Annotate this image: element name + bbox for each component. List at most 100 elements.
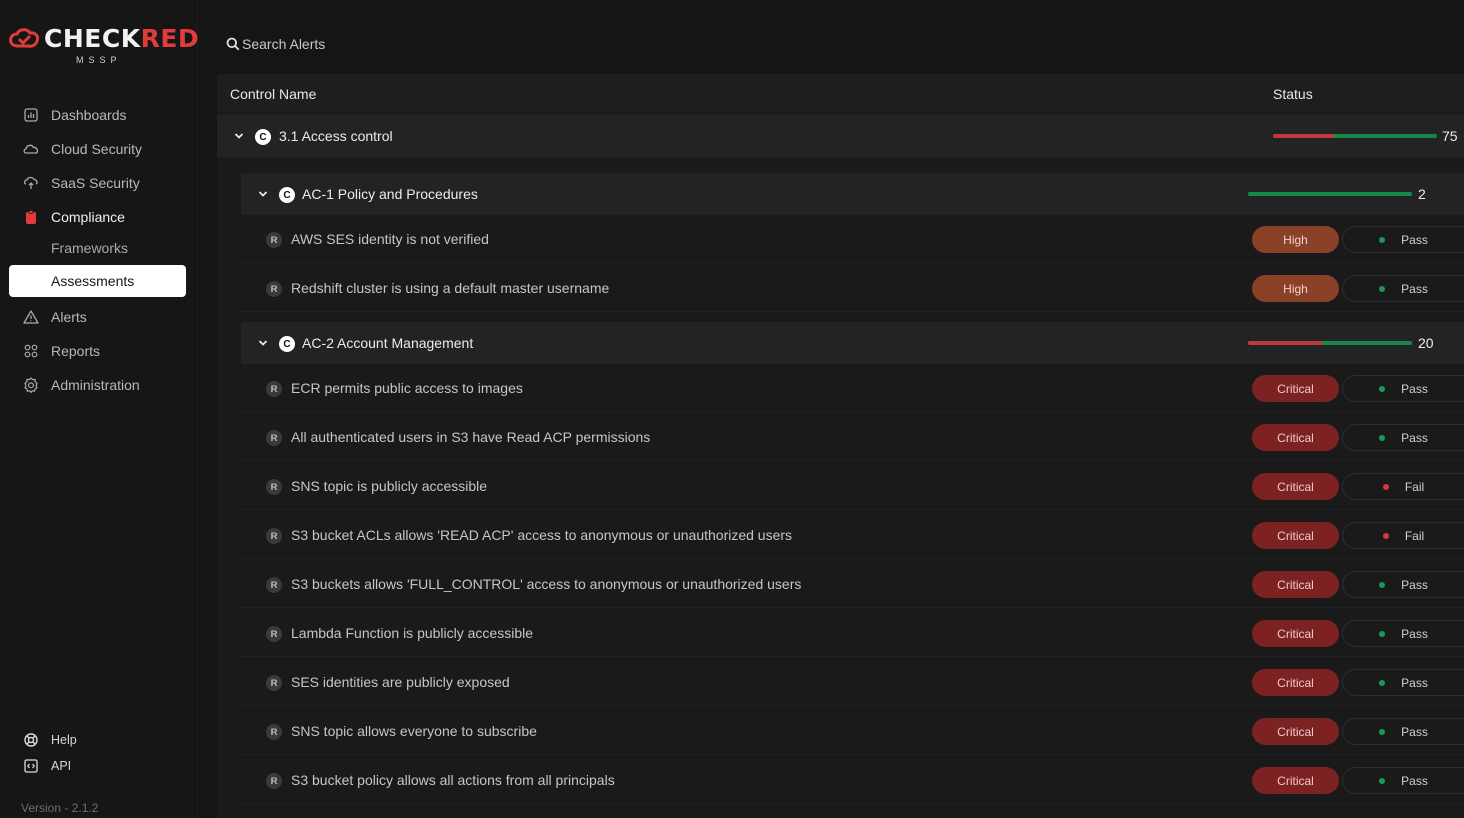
rule-badge: R <box>266 675 282 691</box>
status-pill[interactable]: Pass <box>1342 571 1464 598</box>
status-label: Pass <box>1401 675 1428 690</box>
rule-title: Redshift cluster is using a default mast… <box>291 280 610 296</box>
control-group-ac-2[interactable]: C AC-2 Account Management 20 <box>241 322 1464 364</box>
control-group-root[interactable]: C 3.1 Access control 75 <box>217 115 1464 157</box>
rule-row[interactable]: R All authenticated users in S3 have Rea… <box>241 413 1464 461</box>
nav-label: SaaS Security <box>51 175 140 191</box>
status-label: Fail <box>1404 479 1425 494</box>
severity-badge: Critical <box>1252 522 1339 549</box>
nav-label: Administration <box>51 377 140 393</box>
nav-label: Alerts <box>51 309 87 325</box>
compliance-progress-bar <box>1273 134 1437 138</box>
brand-subtitle: MSSP <box>76 55 122 65</box>
status-label: Pass <box>1401 626 1428 641</box>
rule-badge: R <box>266 381 282 397</box>
control-group-ac-1[interactable]: C AC-1 Policy and Procedures 2 <box>241 173 1464 215</box>
nav-item-reports[interactable]: Reports <box>0 337 198 365</box>
code-icon <box>23 758 39 774</box>
rule-badge: R <box>266 528 282 544</box>
rule-title: S3 bucket ACLs allows 'READ ACP' access … <box>291 527 793 543</box>
rule-count: 20 <box>1418 335 1434 351</box>
search-alerts[interactable]: Search Alerts <box>226 36 325 52</box>
control-title: AC-2 Account Management <box>302 335 474 351</box>
control-badge: C <box>279 187 295 203</box>
severity-badge: Critical <box>1252 620 1339 647</box>
status-pill[interactable]: Pass <box>1342 669 1464 696</box>
version-label: Version - 2.1.2 <box>21 801 99 815</box>
rule-title: SNS topic is publicly accessible <box>291 478 488 494</box>
status-pill[interactable]: Fail <box>1342 473 1464 500</box>
status-pill[interactable]: Pass <box>1342 718 1464 745</box>
status-pill[interactable]: Pass <box>1342 767 1464 794</box>
logo[interactable]: CHECKRED MSSP <box>8 24 199 68</box>
nav-subitem-assessments[interactable]: Assessments <box>9 265 186 297</box>
clipboard-icon <box>23 209 39 225</box>
nav-item-dashboards[interactable]: Dashboards <box>0 101 198 129</box>
rule-badge: R <box>266 773 282 789</box>
rule-title: SES identities are publicly exposed <box>291 674 510 690</box>
rule-row[interactable]: R S3 bucket policy allows all actions fr… <box>241 756 1464 804</box>
rule-title: ECR permits public access to images <box>291 380 523 396</box>
rule-badge: R <box>266 281 282 297</box>
rule-badge: R <box>266 479 282 495</box>
pass-dot-icon <box>1379 777 1386 784</box>
rule-row[interactable]: R Lambda Function is publicly accessible… <box>241 609 1464 657</box>
rule-badge: R <box>266 724 282 740</box>
rule-row[interactable]: R SES identities are publicly exposed Cr… <box>241 658 1464 706</box>
control-badge: C <box>255 129 271 145</box>
status-label: Fail <box>1404 528 1425 543</box>
brand-name: CHECKRED <box>44 24 200 53</box>
nav-item-compliance[interactable]: Compliance <box>0 203 198 231</box>
control-badge: C <box>279 336 295 352</box>
nav-item-saas-security[interactable]: SaaS Security <box>0 169 198 197</box>
rule-badge: R <box>266 626 282 642</box>
status-pill[interactable]: Pass <box>1342 226 1464 253</box>
status-pill[interactable]: Pass <box>1342 375 1464 402</box>
nav-label: Dashboards <box>51 107 127 123</box>
status-label: Pass <box>1401 577 1428 592</box>
nav-subitem-frameworks[interactable]: Frameworks <box>51 240 128 256</box>
cloud-icon <box>23 141 39 157</box>
status-label: Pass <box>1401 232 1428 247</box>
nav-item-alerts[interactable]: Alerts <box>0 303 198 331</box>
api-label: API <box>51 759 72 773</box>
status-pill[interactable]: Pass <box>1342 620 1464 647</box>
assessment-table: Control Name Status C 3.1 Access control… <box>217 74 1464 818</box>
column-header-status[interactable]: Status <box>1273 86 1313 102</box>
status-label: Pass <box>1401 381 1428 396</box>
rule-row[interactable]: R Redshift cluster is using a default ma… <box>241 264 1464 312</box>
rule-count: 2 <box>1418 186 1426 202</box>
severity-badge: Critical <box>1252 424 1339 451</box>
pass-dot-icon <box>1379 581 1386 588</box>
api-link[interactable]: API <box>0 756 198 776</box>
nav-item-administration[interactable]: Administration <box>0 371 198 399</box>
column-header-control-name[interactable]: Control Name <box>230 86 316 102</box>
status-pill[interactable]: Pass <box>1342 275 1464 302</box>
compliance-progress-bar <box>1248 192 1412 196</box>
severity-badge: Critical <box>1252 571 1339 598</box>
rule-row[interactable]: R S3 buckets allows 'FULL_CONTROL' acces… <box>241 560 1464 608</box>
rule-row[interactable]: R SNS topic is publicly accessible Criti… <box>241 462 1464 510</box>
settings-icon <box>23 377 39 393</box>
rule-row[interactable]: R SNS topic allows everyone to subscribe… <box>241 707 1464 755</box>
control-title: AC-1 Policy and Procedures <box>302 186 478 202</box>
severity-badge: Critical <box>1252 375 1339 402</box>
rule-row[interactable]: R AWS SES identity is not verified High … <box>241 215 1464 263</box>
status-label: Pass <box>1401 281 1428 296</box>
fail-dot-icon <box>1382 532 1389 539</box>
severity-badge: Critical <box>1252 669 1339 696</box>
rule-row[interactable]: R S3 bucket ACLs allows 'READ ACP' acces… <box>241 511 1464 559</box>
severity-badge: High <box>1252 226 1339 253</box>
help-link[interactable]: Help <box>0 730 198 750</box>
rule-title: Lambda Function is publicly accessible <box>291 625 534 641</box>
nav-item-cloud-security[interactable]: Cloud Security <box>0 135 198 163</box>
search-placeholder: Search Alerts <box>242 36 326 52</box>
pass-dot-icon <box>1379 236 1386 243</box>
status-label: Pass <box>1401 724 1428 739</box>
status-pill[interactable]: Pass <box>1342 424 1464 451</box>
status-pill[interactable]: Fail <box>1342 522 1464 549</box>
rule-row[interactable]: R ECR permits public access to images Cr… <box>241 364 1464 412</box>
nav-label: Compliance <box>51 209 125 225</box>
pass-dot-icon <box>1379 728 1386 735</box>
status-label: Pass <box>1401 773 1428 788</box>
